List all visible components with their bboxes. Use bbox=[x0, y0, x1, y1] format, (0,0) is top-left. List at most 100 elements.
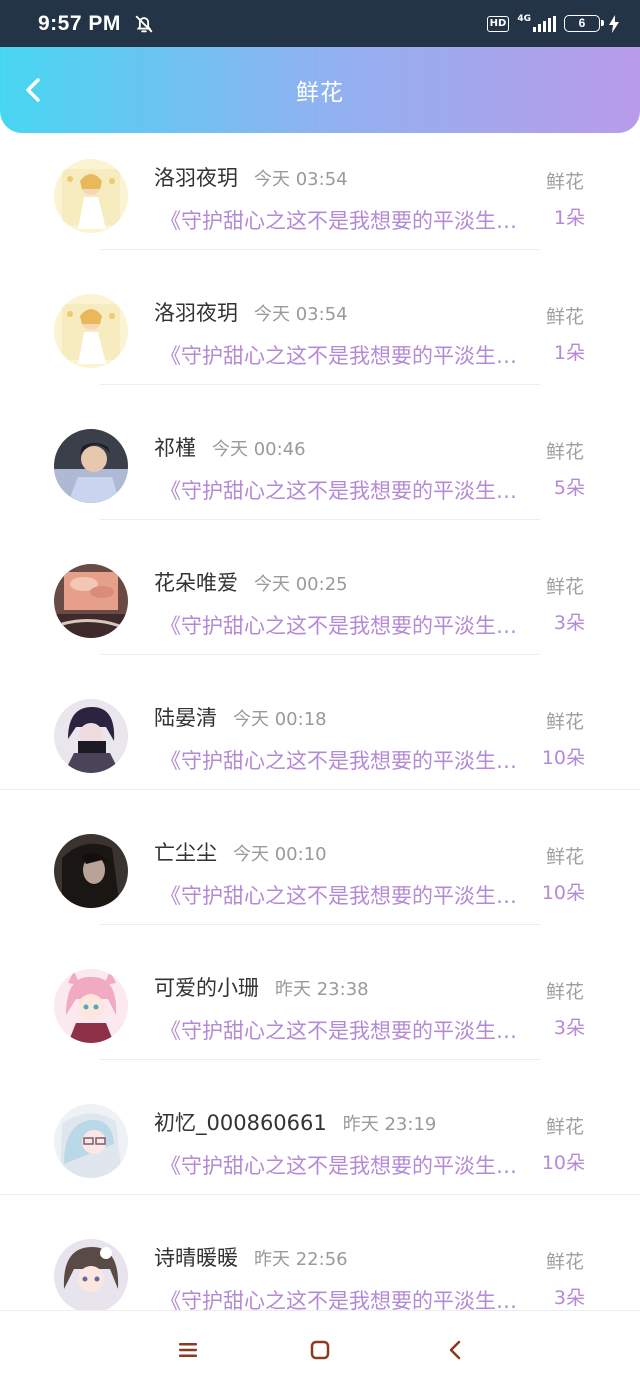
list-item[interactable]: 花朵唯爱 今天 00:25 《守护甜心之这不是我想要的平淡生活》 鲜花 3朵 bbox=[0, 555, 640, 690]
user-name-text: 亡尘尘 bbox=[154, 841, 217, 865]
record-time: 昨天 23:19 bbox=[342, 1114, 437, 1135]
gift-type: 鲜花 bbox=[545, 1116, 584, 1138]
book-title-link[interactable]: 《守护甜心之这不是我想要的平淡生活》 bbox=[160, 1015, 535, 1045]
gift-count: 10朵 bbox=[541, 1152, 585, 1174]
record-time: 昨天 23:38 bbox=[275, 979, 369, 1000]
chevron-left-icon bbox=[26, 78, 40, 102]
gift-count: 1朵 bbox=[553, 342, 585, 364]
user-name-text: 祁槿 bbox=[154, 436, 196, 460]
user-name: 亡尘尘 今天 00:10 bbox=[154, 837, 327, 867]
back-triangle-icon bbox=[449, 1340, 461, 1360]
user-name: 陆晏清 今天 00:18 bbox=[154, 702, 327, 732]
row-divider bbox=[100, 1059, 540, 1060]
row-divider bbox=[100, 654, 540, 655]
row-divider bbox=[100, 249, 540, 250]
status-icons: HD 4G 6 bbox=[486, 14, 620, 33]
gift-count: 3朵 bbox=[553, 1287, 585, 1309]
record-time: 今天 00:46 bbox=[212, 439, 306, 460]
user-name-text: 花朵唯爱 bbox=[154, 571, 238, 595]
list-item[interactable]: 洛羽夜玥 今天 03:54 《守护甜心之这不是我想要的平淡生活》 鲜花 1朵 bbox=[0, 285, 640, 420]
gift-count: 3朵 bbox=[553, 612, 585, 634]
user-name-text: 陆晏清 bbox=[154, 706, 217, 730]
user-name: 洛羽夜玥 今天 03:54 bbox=[154, 297, 348, 327]
gift-count: 10朵 bbox=[541, 882, 585, 904]
gift-count: 3朵 bbox=[553, 1017, 585, 1039]
menu-icon bbox=[179, 1343, 197, 1357]
row-divider bbox=[100, 924, 540, 925]
gift-type: 鲜花 bbox=[545, 441, 584, 463]
gift-count: 10朵 bbox=[541, 747, 585, 769]
row-divider bbox=[0, 1194, 640, 1195]
flower-record-list[interactable]: 洛羽夜玥 今天 03:54 《守护甜心之这不是我想要的平淡生活》 鲜花 1朵 洛羽… bbox=[0, 150, 640, 1310]
menu-button[interactable] bbox=[173, 1337, 203, 1363]
battery-icon: 6 bbox=[564, 15, 604, 32]
user-name-text: 诗晴暖暖 bbox=[154, 1246, 238, 1270]
row-divider bbox=[100, 519, 540, 520]
book-title-link[interactable]: 《守护甜心之这不是我想要的平淡生活》 bbox=[160, 610, 535, 640]
system-back-button[interactable] bbox=[440, 1337, 470, 1363]
header-bar: 鲜花 bbox=[0, 47, 640, 133]
user-name: 初忆_000860661 昨天 23:19 bbox=[154, 1107, 436, 1137]
network-type: 4G bbox=[517, 14, 531, 24]
avatar bbox=[54, 564, 128, 638]
user-name: 花朵唯爱 今天 00:25 bbox=[154, 567, 348, 597]
book-title-link[interactable]: 《守护甜心之这不是我想要的平淡生活》 bbox=[160, 340, 535, 370]
system-nav-bar bbox=[0, 1310, 640, 1387]
hd-badge: HD bbox=[486, 15, 510, 32]
signal-indicator: 4G bbox=[517, 15, 556, 32]
list-item[interactable]: 陆晏清 今天 00:18 《守护甜心之这不是我想要的平淡生活》 鲜花 10朵 bbox=[0, 690, 640, 825]
book-title-link[interactable]: 《守护甜心之这不是我想要的平淡生活》 bbox=[160, 880, 535, 910]
home-button[interactable] bbox=[305, 1337, 335, 1363]
book-title-link[interactable]: 《守护甜心之这不是我想要的平淡生活》 bbox=[160, 1150, 535, 1180]
book-title-link[interactable]: 《守护甜心之这不是我想要的平淡生活》 bbox=[160, 205, 535, 235]
record-time: 今天 03:54 bbox=[254, 304, 348, 325]
book-title-link[interactable]: 《守护甜心之这不是我想要的平淡生活》 bbox=[160, 1285, 535, 1310]
list-item[interactable]: 洛羽夜玥 今天 03:54 《守护甜心之这不是我想要的平淡生活》 鲜花 1朵 bbox=[0, 150, 640, 285]
list-item[interactable]: 可爱的小珊 昨天 23:38 《守护甜心之这不是我想要的平淡生活》 鲜花 3朵 bbox=[0, 960, 640, 1095]
list-item[interactable]: 亡尘尘 今天 00:10 《守护甜心之这不是我想要的平淡生活》 鲜花 10朵 bbox=[0, 825, 640, 960]
bell-off-icon bbox=[135, 15, 153, 32]
avatar bbox=[54, 294, 128, 368]
avatar bbox=[54, 834, 128, 908]
list-item[interactable]: 诗晴暖暖 昨天 22:56 《守护甜心之这不是我想要的平淡生活》 鲜花 3朵 bbox=[0, 1230, 640, 1310]
avatar bbox=[54, 1104, 128, 1178]
gift-count: 5朵 bbox=[553, 477, 585, 499]
user-name-text: 可爱的小珊 bbox=[154, 976, 259, 1000]
user-name-text: 初忆_000860661 bbox=[154, 1111, 327, 1135]
gift-type: 鲜花 bbox=[545, 576, 584, 598]
row-divider bbox=[100, 384, 540, 385]
gift-type: 鲜花 bbox=[545, 1251, 584, 1273]
avatar bbox=[54, 1239, 128, 1310]
record-time: 今天 00:18 bbox=[233, 709, 327, 730]
user-name-text: 洛羽夜玥 bbox=[154, 301, 238, 325]
book-title-link[interactable]: 《守护甜心之这不是我想要的平淡生活》 bbox=[160, 745, 535, 775]
list-item[interactable]: 初忆_000860661 昨天 23:19 《守护甜心之这不是我想要的平淡生活》 … bbox=[0, 1095, 640, 1230]
record-time: 昨天 22:56 bbox=[254, 1249, 348, 1270]
record-time: 今天 00:10 bbox=[233, 844, 327, 865]
book-title-link[interactable]: 《守护甜心之这不是我想要的平淡生活》 bbox=[160, 475, 535, 505]
avatar bbox=[54, 159, 128, 233]
user-name: 祁槿 今天 00:46 bbox=[154, 432, 306, 462]
record-time: 今天 03:54 bbox=[254, 169, 348, 190]
user-name-text: 洛羽夜玥 bbox=[154, 166, 238, 190]
avatar bbox=[54, 429, 128, 503]
record-time: 今天 00:25 bbox=[254, 574, 348, 595]
status-bar: 9:57 PM HD 4G 6 bbox=[0, 0, 640, 47]
user-name: 洛羽夜玥 今天 03:54 bbox=[154, 162, 348, 192]
row-divider bbox=[0, 789, 640, 790]
avatar bbox=[54, 699, 128, 773]
gift-count: 1朵 bbox=[553, 207, 585, 229]
gift-type: 鲜花 bbox=[545, 306, 584, 328]
status-time: 9:57 PM bbox=[38, 11, 121, 35]
user-name: 可爱的小珊 昨天 23:38 bbox=[154, 972, 369, 1002]
gift-type: 鲜花 bbox=[545, 171, 584, 193]
home-square-icon bbox=[310, 1340, 330, 1360]
gift-type: 鲜花 bbox=[545, 981, 584, 1003]
back-button[interactable] bbox=[16, 73, 50, 107]
page-title: 鲜花 bbox=[296, 80, 344, 106]
avatar bbox=[54, 969, 128, 1043]
charging-bolt-icon bbox=[609, 14, 619, 33]
gift-type: 鲜花 bbox=[545, 846, 584, 868]
signal-icon bbox=[533, 16, 556, 32]
list-item[interactable]: 祁槿 今天 00:46 《守护甜心之这不是我想要的平淡生活》 鲜花 5朵 bbox=[0, 420, 640, 555]
